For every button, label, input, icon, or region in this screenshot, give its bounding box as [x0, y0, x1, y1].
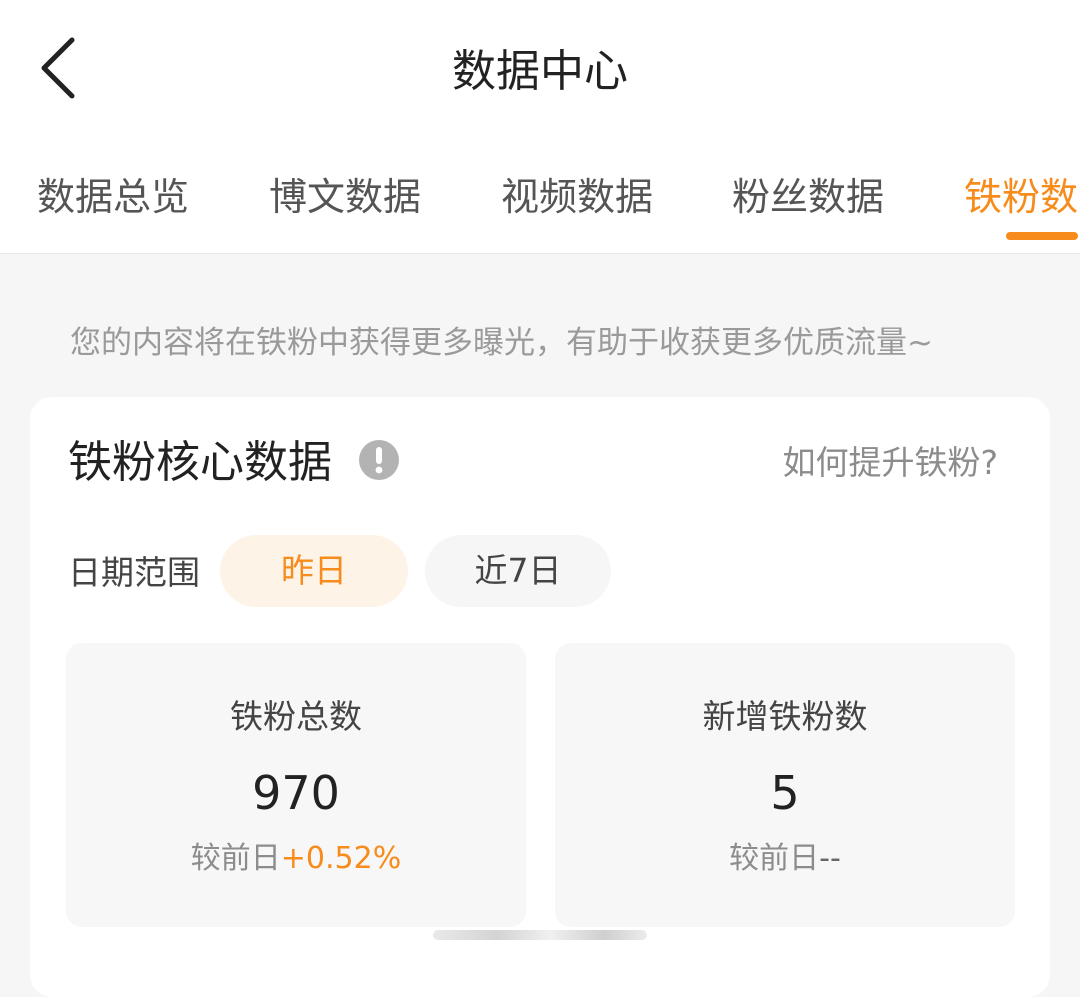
- new-iron-fans-box: 新增铁粉数 5 较前日--: [555, 643, 1015, 927]
- date-range-label: 日期范围: [68, 553, 200, 592]
- tab-bar: 数据总览 博文数据 视频数据 粉丝数据 铁粉数: [0, 140, 1080, 254]
- iron-fans-core-card: 铁粉核心数据 如何提升铁粉? 日期范围 昨日 近7日 铁粉总数 970 较前日+…: [30, 397, 1050, 997]
- change-prefix: 较前日: [190, 841, 281, 876]
- stat-label: 新增铁粉数: [702, 697, 868, 736]
- page-title: 数据中心: [452, 46, 628, 97]
- exclamation-circle-icon[interactable]: [358, 439, 400, 481]
- change-value: +0.52%: [280, 841, 402, 876]
- stat-change: 较前日+0.52%: [66, 835, 526, 883]
- tab-video-data[interactable]: 视频数据: [501, 170, 653, 224]
- range-7days-chip[interactable]: 近7日: [425, 535, 611, 607]
- stat-label: 铁粉总数: [230, 697, 362, 736]
- card-title: 铁粉核心数据: [68, 437, 332, 488]
- change-prefix: 较前日: [729, 841, 820, 876]
- how-to-grow-link[interactable]: 如何提升铁粉?: [782, 439, 998, 487]
- tip-text: 您的内容将在铁粉中获得更多曝光，有助于收获更多优质流量~: [70, 325, 933, 361]
- range-yesterday-chip[interactable]: 昨日: [220, 535, 408, 607]
- scroll-indicator: [433, 930, 647, 940]
- tab-fans-data[interactable]: 粉丝数据: [732, 170, 884, 224]
- stat-value: 970: [252, 766, 340, 820]
- tab-overview[interactable]: 数据总览: [37, 170, 189, 224]
- app-header: 数据中心: [0, 0, 1080, 140]
- active-tab-indicator: [1006, 232, 1078, 240]
- tab-post-data[interactable]: 博文数据: [269, 170, 421, 224]
- stat-value: 5: [770, 766, 800, 820]
- stat-change: 较前日--: [555, 835, 1015, 883]
- tab-iron-fans-data[interactable]: 铁粉数: [964, 170, 1078, 224]
- total-iron-fans-box: 铁粉总数 970 较前日+0.52%: [66, 643, 526, 927]
- change-value: --: [819, 841, 841, 876]
